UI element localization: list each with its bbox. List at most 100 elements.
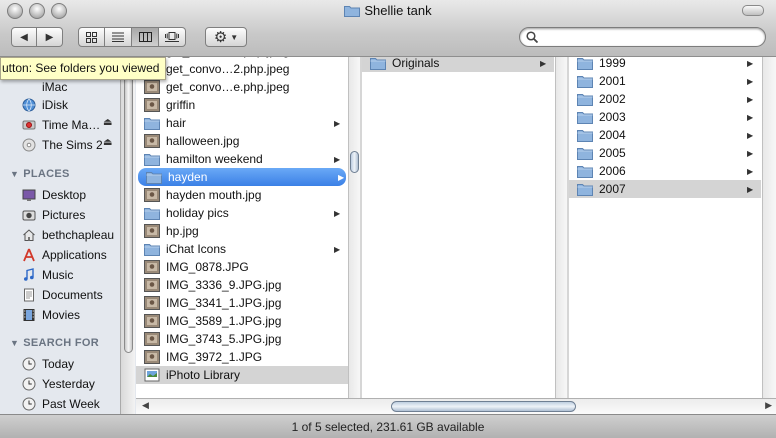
folder-item-2004[interactable]: 2004 ▶ — [569, 126, 761, 144]
folder-item-hair[interactable]: hair ▶ — [136, 114, 348, 132]
eject-icon[interactable]: ⏏ — [103, 137, 112, 148]
disclosure-triangle-icon[interactable]: ▼ — [10, 169, 19, 179]
item-label: holiday pics — [166, 206, 229, 220]
sidebar-item-label: The Sims 2 — [42, 137, 103, 152]
column-1-scroll-thumb[interactable] — [350, 151, 359, 173]
item-label: IMG_3743_5.JPG.jpg — [166, 332, 282, 346]
horizontal-scroll-thumb[interactable] — [391, 401, 576, 412]
search-for-header[interactable]: ▼ SEARCH FOR — [10, 337, 99, 349]
sidebar-item-label: Time Ma… — [42, 117, 101, 132]
sidebar-item-pictures[interactable]: Pictures — [22, 205, 85, 224]
action-menu-button[interactable]: ⚙ ▼ — [205, 27, 247, 47]
image-thumbnail-icon — [144, 224, 160, 238]
disclosure-arrow-icon: ▶ — [747, 94, 754, 104]
disclosure-arrow-icon: ▶ — [747, 166, 754, 176]
column-1-scrollbar[interactable] — [348, 57, 360, 414]
iphoto-library-icon — [144, 368, 160, 382]
column-view-button[interactable] — [132, 27, 159, 47]
help-tooltip: utton: See folders you viewed — [0, 57, 166, 80]
item-label: IMG_3336_9.JPG.jpg — [166, 278, 282, 292]
chevron-down-icon: ▼ — [230, 32, 239, 42]
file-item-hayden-mouth-jpg[interactable]: hayden mouth.jpg — [136, 186, 348, 204]
folder-item-originals[interactable]: Originals ▶ — [362, 57, 554, 72]
sidebar-scroll-thumb[interactable] — [124, 65, 133, 353]
item-label: 2001 — [599, 74, 626, 88]
file-item-halloween-jpg[interactable]: halloween.jpg — [136, 132, 348, 150]
folder-item-hayden[interactable]: hayden ▶ — [138, 168, 346, 186]
sidebar-item-movies[interactable]: Movies — [22, 305, 80, 324]
sidebar-item-bethchapleau[interactable]: bethchapleau — [22, 225, 114, 244]
file-item-get-convo-e-php-jpeg[interactable]: get_convo…e.php.jpeg — [136, 78, 348, 96]
item-label: 1999 — [599, 57, 626, 70]
list-view-button[interactable] — [105, 27, 132, 47]
forward-button[interactable]: ▶ — [37, 27, 63, 47]
folder-item-2001[interactable]: 2001 ▶ — [569, 72, 761, 90]
toolbar-toggle-button[interactable] — [742, 5, 764, 16]
sidebar-item-today[interactable]: Today — [22, 354, 74, 373]
file-item-img-3743-5-jpg-jpg[interactable]: IMG_3743_5.JPG.jpg — [136, 330, 348, 348]
sidebar-item-documents[interactable]: Documents — [22, 285, 103, 304]
file-item-griffin[interactable]: griffin — [136, 96, 348, 114]
applications-icon — [22, 248, 36, 262]
disclosure-arrow-icon: ▶ — [747, 184, 754, 194]
folder-icon — [344, 6, 361, 17]
eject-icon[interactable]: ⏏ — [103, 117, 112, 128]
column-2-scrollbar[interactable] — [555, 57, 567, 414]
folder-item-ichat-icons[interactable]: iChat Icons ▶ — [136, 240, 348, 258]
folder-item-2006[interactable]: 2006 ▶ — [569, 162, 761, 180]
file-item-iphoto-library[interactable]: iPhoto Library — [136, 366, 348, 384]
item-label: hp.jpg — [166, 224, 199, 238]
icon-view-button[interactable] — [78, 27, 105, 47]
image-thumbnail-icon — [144, 332, 160, 346]
sidebar-scrollbar[interactable] — [120, 57, 135, 414]
documents-icon — [22, 288, 36, 302]
folder-item-2007[interactable]: 2007 ▶ — [569, 180, 761, 198]
folder-item-2005[interactable]: 2005 ▶ — [569, 144, 761, 162]
clock-icon — [22, 397, 36, 411]
file-item-img-3589-1-jpg-jpg[interactable]: IMG_3589_1.JPG.jpg — [136, 312, 348, 330]
gear-icon: ⚙ — [213, 28, 228, 46]
sidebar-item-idisk[interactable]: iDisk — [22, 95, 68, 114]
folder-item-2003[interactable]: 2003 ▶ — [569, 108, 761, 126]
desktop-icon — [22, 188, 36, 202]
search-field[interactable] — [519, 27, 766, 47]
item-label: IMG_0878.JPG — [166, 260, 249, 274]
column-1: get_convo…1.php.jpeg get_convo…2.php.jpeg… — [136, 57, 351, 414]
folder-icon — [577, 148, 593, 160]
folder-item-holiday-pics[interactable]: holiday pics ▶ — [136, 204, 348, 222]
column-3-scrollbar[interactable] — [762, 57, 776, 414]
sidebar-item-label: iDisk — [42, 97, 68, 112]
item-label: 2007 — [599, 182, 626, 196]
music-icon — [22, 267, 36, 282]
sidebar-item-yesterday[interactable]: Yesterday — [22, 374, 95, 393]
folder-icon — [577, 94, 593, 106]
item-label: hayden mouth.jpg — [166, 188, 262, 202]
sidebar-item-the-sims-2[interactable]: The Sims 2 — [22, 135, 103, 154]
sidebar-item-music[interactable]: Music — [22, 265, 73, 284]
sidebar-item-time-ma[interactable]: Time Ma… — [22, 115, 100, 134]
back-button[interactable]: ◀ — [11, 27, 37, 47]
horizontal-scrollbar[interactable]: ◀ ▶ — [136, 398, 776, 414]
sidebar-item-label: Today — [42, 356, 75, 371]
scroll-left-arrow-icon[interactable]: ◀ — [142, 400, 149, 411]
image-thumbnail-icon — [144, 98, 160, 112]
file-item-img-3972-1-jpg[interactable]: IMG_3972_1.JPG — [136, 348, 348, 366]
sidebar-item-applications[interactable]: Applications — [22, 245, 107, 264]
sidebar-item-desktop[interactable]: Desktop — [22, 185, 86, 204]
places-header[interactable]: ▼ PLACES — [10, 168, 70, 180]
folder-item-1999[interactable]: 1999 ▶ — [569, 57, 761, 72]
history-segment: ◀ ▶ — [11, 27, 63, 47]
file-item-get-convo-2-php-jpeg[interactable]: get_convo…2.php.jpeg — [136, 60, 348, 78]
file-item-img-0878-jpg[interactable]: IMG_0878.JPG — [136, 258, 348, 276]
folder-item-hamilton-weekend[interactable]: hamilton weekend ▶ — [136, 150, 348, 168]
computer-icon — [22, 80, 36, 94]
sidebar-item-past-week[interactable]: Past Week — [22, 394, 100, 413]
disclosure-arrow-icon: ▶ — [540, 58, 547, 68]
folder-item-2002[interactable]: 2002 ▶ — [569, 90, 761, 108]
coverflow-view-button[interactable] — [159, 27, 186, 47]
file-item-hp-jpg[interactable]: hp.jpg — [136, 222, 348, 240]
disclosure-triangle-icon[interactable]: ▼ — [10, 338, 19, 348]
file-item-img-3336-9-jpg-jpg[interactable]: IMG_3336_9.JPG.jpg — [136, 276, 348, 294]
file-item-img-3341-1-jpg-jpg[interactable]: IMG_3341_1.JPG.jpg — [136, 294, 348, 312]
scroll-right-arrow-icon[interactable]: ▶ — [765, 400, 772, 411]
